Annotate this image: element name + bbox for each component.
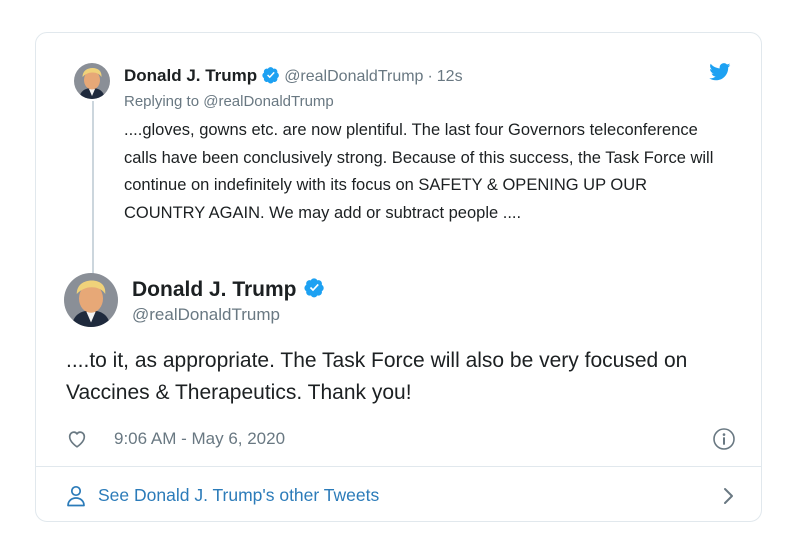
separator-dot: · <box>427 68 433 85</box>
thread-connector-line <box>92 101 94 289</box>
heart-icon[interactable] <box>66 428 88 450</box>
relative-time[interactable]: 12s <box>437 68 463 85</box>
person-icon <box>67 485 85 507</box>
avatar-image <box>64 273 118 327</box>
embedded-tweet-card: Donald J. Trump @realDonaldTrump · 12s Repl… <box>35 32 762 522</box>
tweet-meta: 9:06 AM - May 6, 2020 <box>66 427 736 451</box>
author-name[interactable]: Donald J. Trump <box>124 66 257 85</box>
avatar[interactable] <box>64 273 118 327</box>
main-author-name[interactable]: Donald J. Trump <box>132 277 329 302</box>
avatar[interactable] <box>74 63 110 99</box>
see-other-tweets-link[interactable]: See Donald J. Trump's other Tweets <box>66 482 736 512</box>
author-handle[interactable]: @realDonaldTrump <box>284 68 423 85</box>
replying-to: Replying to @realDonaldTrump <box>124 93 334 110</box>
twitter-bird-icon[interactable] <box>709 63 731 81</box>
footer-divider <box>36 466 761 467</box>
main-tweet-text: ....to it, as appropriate. The Task Forc… <box>66 349 688 404</box>
info-icon[interactable] <box>712 427 736 451</box>
author-name[interactable]: Donald J. Trump <box>132 278 297 301</box>
replying-to-label: Replying to <box>124 93 200 110</box>
verified-badge-icon <box>262 67 280 84</box>
author-handle[interactable]: @realDonaldTrump <box>132 305 280 325</box>
chevron-right-icon[interactable] <box>722 486 736 506</box>
avatar-image <box>74 63 110 99</box>
replying-to-handle[interactable]: @realDonaldTrump <box>203 93 334 110</box>
see-other-tweets-label[interactable]: See Donald J. Trump's other Tweets <box>98 485 379 506</box>
tweet-timestamp[interactable]: 9:06 AM - May 6, 2020 <box>114 429 285 449</box>
reply-tweet-header: Donald J. Trump @realDonaldTrump · 12s <box>124 65 463 88</box>
reply-tweet-text: ....gloves, gowns etc. are now plentiful… <box>124 121 714 222</box>
verified-badge-icon <box>303 278 324 298</box>
